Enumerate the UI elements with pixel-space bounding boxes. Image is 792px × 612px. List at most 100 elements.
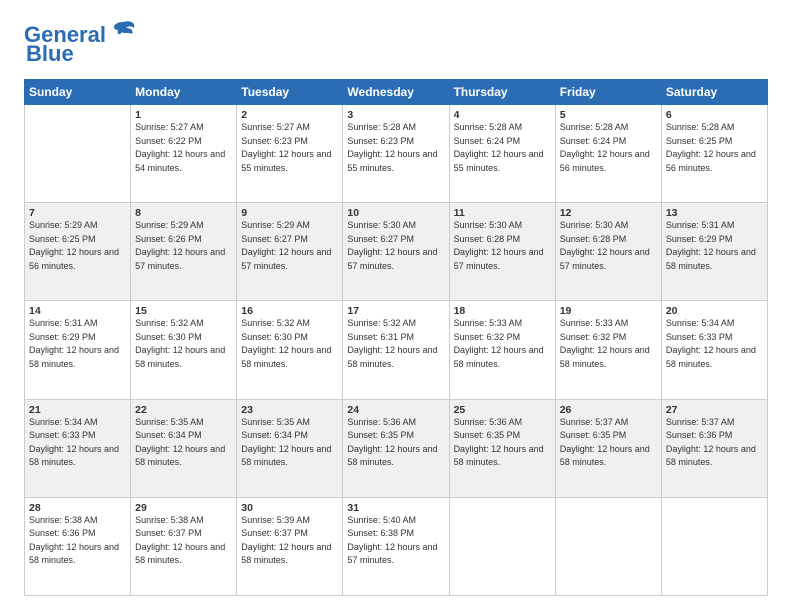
daylight-text: Daylight: 12 hours and 57 minutes. [135, 246, 232, 273]
daylight-text: Daylight: 12 hours and 58 minutes. [29, 344, 126, 371]
sunrise-text: Sunrise: 5:29 AM [241, 219, 338, 233]
sunset-text: Sunset: 6:30 PM [135, 331, 232, 345]
sunset-text: Sunset: 6:31 PM [347, 331, 444, 345]
sunset-text: Sunset: 6:33 PM [29, 429, 126, 443]
sunrise-text: Sunrise: 5:30 AM [454, 219, 551, 233]
sunset-text: Sunset: 6:28 PM [560, 233, 657, 247]
sunrise-text: Sunrise: 5:28 AM [560, 121, 657, 135]
daylight-text: Daylight: 12 hours and 58 minutes. [666, 246, 763, 273]
calendar-cell: 9Sunrise: 5:29 AMSunset: 6:27 PMDaylight… [237, 203, 343, 301]
calendar-cell: 13Sunrise: 5:31 AMSunset: 6:29 PMDayligh… [661, 203, 767, 301]
sunset-text: Sunset: 6:34 PM [241, 429, 338, 443]
calendar-cell: 19Sunrise: 5:33 AMSunset: 6:32 PMDayligh… [555, 301, 661, 399]
day-number: 27 [666, 404, 763, 416]
sunset-text: Sunset: 6:28 PM [454, 233, 551, 247]
calendar-cell: 12Sunrise: 5:30 AMSunset: 6:28 PMDayligh… [555, 203, 661, 301]
day-number: 29 [135, 502, 232, 514]
logo: General Blue [24, 20, 138, 67]
calendar-cell: 27Sunrise: 5:37 AMSunset: 6:36 PMDayligh… [661, 399, 767, 497]
daylight-text: Daylight: 12 hours and 58 minutes. [560, 344, 657, 371]
sunset-text: Sunset: 6:37 PM [241, 527, 338, 541]
sunset-text: Sunset: 6:24 PM [560, 135, 657, 149]
day-number: 18 [454, 305, 551, 317]
daylight-text: Daylight: 12 hours and 56 minutes. [29, 246, 126, 273]
daylight-text: Daylight: 12 hours and 58 minutes. [454, 344, 551, 371]
header: General Blue [24, 20, 768, 67]
sunrise-text: Sunrise: 5:34 AM [666, 317, 763, 331]
sunset-text: Sunset: 6:23 PM [241, 135, 338, 149]
calendar-cell [25, 105, 131, 203]
calendar-cell: 23Sunrise: 5:35 AMSunset: 6:34 PMDayligh… [237, 399, 343, 497]
day-number: 12 [560, 207, 657, 219]
day-number: 11 [454, 207, 551, 219]
daylight-text: Daylight: 12 hours and 57 minutes. [241, 246, 338, 273]
sunset-text: Sunset: 6:32 PM [454, 331, 551, 345]
weekday-header-thursday: Thursday [449, 80, 555, 105]
weekday-header-monday: Monday [131, 80, 237, 105]
day-number: 26 [560, 404, 657, 416]
day-number: 25 [454, 404, 551, 416]
sunrise-text: Sunrise: 5:30 AM [560, 219, 657, 233]
day-number: 15 [135, 305, 232, 317]
sunrise-text: Sunrise: 5:40 AM [347, 514, 444, 528]
daylight-text: Daylight: 12 hours and 56 minutes. [560, 148, 657, 175]
day-number: 8 [135, 207, 232, 219]
daylight-text: Daylight: 12 hours and 58 minutes. [135, 443, 232, 470]
daylight-text: Daylight: 12 hours and 58 minutes. [666, 443, 763, 470]
daylight-text: Daylight: 12 hours and 55 minutes. [454, 148, 551, 175]
sunrise-text: Sunrise: 5:36 AM [347, 416, 444, 430]
day-number: 10 [347, 207, 444, 219]
daylight-text: Daylight: 12 hours and 58 minutes. [29, 541, 126, 568]
calendar-cell: 6Sunrise: 5:28 AMSunset: 6:25 PMDaylight… [661, 105, 767, 203]
day-number: 6 [666, 109, 763, 121]
daylight-text: Daylight: 12 hours and 58 minutes. [29, 443, 126, 470]
day-number: 22 [135, 404, 232, 416]
calendar-cell: 15Sunrise: 5:32 AMSunset: 6:30 PMDayligh… [131, 301, 237, 399]
calendar-cell: 8Sunrise: 5:29 AMSunset: 6:26 PMDaylight… [131, 203, 237, 301]
weekday-header-friday: Friday [555, 80, 661, 105]
sunrise-text: Sunrise: 5:37 AM [560, 416, 657, 430]
sunrise-text: Sunrise: 5:28 AM [347, 121, 444, 135]
sunrise-text: Sunrise: 5:32 AM [135, 317, 232, 331]
sunrise-text: Sunrise: 5:28 AM [666, 121, 763, 135]
logo-bird-icon [110, 16, 138, 49]
sunrise-text: Sunrise: 5:38 AM [135, 514, 232, 528]
sunset-text: Sunset: 6:38 PM [347, 527, 444, 541]
weekday-header-tuesday: Tuesday [237, 80, 343, 105]
sunrise-text: Sunrise: 5:35 AM [241, 416, 338, 430]
sunset-text: Sunset: 6:37 PM [135, 527, 232, 541]
day-number: 14 [29, 305, 126, 317]
daylight-text: Daylight: 12 hours and 57 minutes. [454, 246, 551, 273]
day-number: 17 [347, 305, 444, 317]
day-number: 24 [347, 404, 444, 416]
calendar-cell: 5Sunrise: 5:28 AMSunset: 6:24 PMDaylight… [555, 105, 661, 203]
sunrise-text: Sunrise: 5:27 AM [241, 121, 338, 135]
sunset-text: Sunset: 6:35 PM [560, 429, 657, 443]
daylight-text: Daylight: 12 hours and 54 minutes. [135, 148, 232, 175]
calendar-cell: 28Sunrise: 5:38 AMSunset: 6:36 PMDayligh… [25, 497, 131, 595]
sunset-text: Sunset: 6:25 PM [29, 233, 126, 247]
logo-blue: Blue [26, 41, 74, 67]
daylight-text: Daylight: 12 hours and 58 minutes. [135, 344, 232, 371]
daylight-text: Daylight: 12 hours and 58 minutes. [347, 443, 444, 470]
calendar-week-row: 28Sunrise: 5:38 AMSunset: 6:36 PMDayligh… [25, 497, 768, 595]
sunrise-text: Sunrise: 5:38 AM [29, 514, 126, 528]
daylight-text: Daylight: 12 hours and 57 minutes. [347, 246, 444, 273]
sunrise-text: Sunrise: 5:31 AM [666, 219, 763, 233]
sunset-text: Sunset: 6:25 PM [666, 135, 763, 149]
day-number: 7 [29, 207, 126, 219]
sunset-text: Sunset: 6:23 PM [347, 135, 444, 149]
sunrise-text: Sunrise: 5:30 AM [347, 219, 444, 233]
calendar-cell: 26Sunrise: 5:37 AMSunset: 6:35 PMDayligh… [555, 399, 661, 497]
day-number: 3 [347, 109, 444, 121]
sunset-text: Sunset: 6:22 PM [135, 135, 232, 149]
daylight-text: Daylight: 12 hours and 58 minutes. [454, 443, 551, 470]
calendar-cell: 29Sunrise: 5:38 AMSunset: 6:37 PMDayligh… [131, 497, 237, 595]
calendar-cell: 14Sunrise: 5:31 AMSunset: 6:29 PMDayligh… [25, 301, 131, 399]
sunrise-text: Sunrise: 5:27 AM [135, 121, 232, 135]
sunrise-text: Sunrise: 5:39 AM [241, 514, 338, 528]
calendar-table: SundayMondayTuesdayWednesdayThursdayFrid… [24, 79, 768, 596]
calendar-cell: 11Sunrise: 5:30 AMSunset: 6:28 PMDayligh… [449, 203, 555, 301]
sunset-text: Sunset: 6:32 PM [560, 331, 657, 345]
sunset-text: Sunset: 6:27 PM [241, 233, 338, 247]
